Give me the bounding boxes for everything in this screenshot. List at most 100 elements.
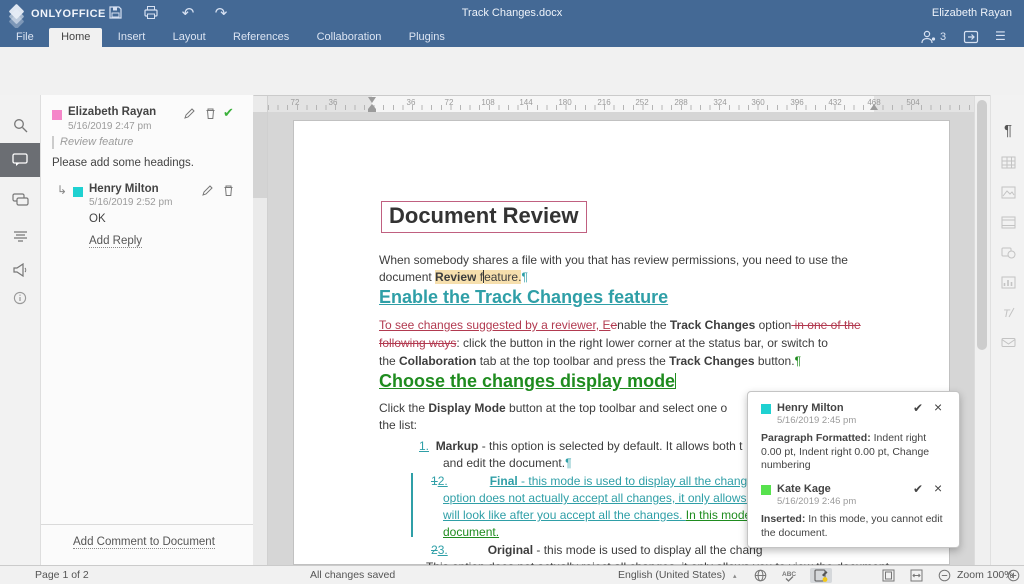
reject-change-icon[interactable]: × [934, 401, 942, 413]
hamburger-menu-icon[interactable]: ☰ [995, 28, 1006, 45]
panel-divider [41, 524, 253, 525]
doc-line: will look like after you accept all the … [443, 507, 751, 523]
document-title: Track Changes.docx [0, 7, 1024, 19]
users-count: 3 [940, 31, 946, 43]
pilcrow-mark: ¶ [795, 354, 801, 368]
paragraph-settings-icon[interactable]: ¶ [991, 117, 1024, 143]
track-changes-toggle[interactable] [810, 568, 832, 583]
doc-list-item: 12.Final - this mode is used to display … [431, 473, 760, 489]
doc-line: and edit the document.¶ [443, 455, 572, 471]
ruler-number: 36 [329, 98, 338, 107]
text-art-settings-icon[interactable]: T [991, 299, 1024, 325]
search-icon[interactable] [0, 108, 40, 142]
fit-width-icon[interactable] [908, 568, 924, 582]
doc-line: document Review feature.¶ [379, 269, 528, 285]
change-date: 5/16/2019 2:46 pm [777, 496, 856, 507]
table-settings-icon[interactable] [991, 149, 1024, 175]
ruler-number: 252 [635, 98, 648, 107]
vertical-ruler[interactable] [253, 96, 268, 565]
horizontal-ruler[interactable]: 7236367210814418021625228832436039643246… [268, 96, 974, 112]
scrollbar-thumb[interactable] [977, 100, 987, 350]
doc-heading: Choose the changes display mode [379, 373, 676, 389]
reply-author: Henry Milton [89, 183, 159, 195]
comment-author: Elizabeth Rayan [68, 106, 156, 118]
tab-plugins[interactable]: Plugins [397, 28, 457, 47]
about-info-icon[interactable] [0, 281, 40, 315]
comment-quoted-text: Review feature [52, 136, 133, 149]
chat-icon[interactable] [0, 183, 40, 217]
document-language-globe-icon[interactable] [752, 568, 768, 582]
edit-comment-icon[interactable] [183, 107, 197, 121]
add-comment-to-document-link[interactable]: Add Comment to Document [73, 536, 215, 549]
shape-settings-icon[interactable] [991, 239, 1024, 265]
image-settings-icon[interactable] [991, 179, 1024, 205]
delete-reply-icon[interactable] [222, 184, 236, 198]
tab-collaboration[interactable]: Collaboration [305, 28, 394, 47]
reject-change-icon[interactable]: × [934, 482, 942, 494]
accept-change-icon[interactable]: ✔ [913, 483, 923, 495]
review-changes-icon[interactable] [0, 219, 40, 253]
doc-line: option does not actually accept all chan… [443, 490, 756, 506]
tab-layout[interactable]: Layout [161, 28, 218, 47]
language-selector[interactable]: English (United States) [618, 569, 725, 581]
zoom-out-icon[interactable] [936, 568, 952, 582]
tab-references[interactable]: References [221, 28, 301, 47]
comments-panel: Elizabeth Rayan ✔ 5/16/2019 2:47 pm Revi… [41, 95, 254, 565]
doc-list-item: 1. Markup - this option is selected by d… [419, 438, 743, 454]
add-reply-link[interactable]: Add Reply [89, 235, 142, 248]
tab-home[interactable]: Home [49, 28, 102, 47]
mail-merge-settings-icon[interactable] [991, 329, 1024, 355]
header-footer-settings-icon[interactable] [991, 209, 1024, 235]
review-changes-popup: Henry Milton ✔ × 5/16/2019 2:45 pm Parag… [747, 391, 960, 548]
ruler-number: 288 [674, 98, 687, 107]
zoom-in-icon[interactable] [1005, 568, 1021, 582]
tab-file[interactable]: File [4, 28, 46, 47]
ruler-number: 72 [445, 98, 454, 107]
comment-date: 5/16/2019 2:47 pm [68, 121, 151, 132]
doc-line: following ways: click the button in the … [379, 335, 828, 351]
doc-line: the Collaboration tab at the top toolbar… [379, 353, 801, 369]
open-file-location-icon[interactable] [963, 30, 979, 44]
pilcrow-mark: ¶ [521, 270, 527, 284]
spellcheck-icon[interactable]: ABC [780, 568, 800, 582]
svg-text:ABC: ABC [782, 571, 796, 578]
right-indent-marker[interactable] [870, 104, 878, 110]
ruler-number: 432 [828, 98, 841, 107]
save-status: All changes saved [310, 569, 395, 581]
ruler-number: 216 [597, 98, 610, 107]
page-indicator[interactable]: Page 1 of 2 [35, 569, 89, 581]
reply-arrow-icon: ↳ [57, 183, 67, 197]
comment-text: Please add some headings. [52, 157, 194, 169]
change-description: Paragraph Formatted: Indent right 0.00 p… [761, 432, 945, 473]
change-author: Kate Kage [777, 483, 831, 495]
status-bar: Page 1 of 2 All changes saved English (U… [0, 565, 1024, 584]
edit-reply-icon[interactable] [201, 184, 215, 198]
tab-insert[interactable]: Insert [106, 28, 158, 47]
chevron-up-icon[interactable]: ▴ [733, 572, 737, 580]
document-title-text: Document Review [389, 203, 579, 228]
doc-line: When somebody shares a file with you tha… [379, 252, 848, 268]
doc-line: document. [443, 524, 499, 540]
pilcrow-mark: ¶ [565, 456, 571, 470]
chart-settings-icon[interactable] [991, 269, 1024, 295]
avatar [761, 485, 771, 495]
doc-heading: Enable the Track Changes feature [379, 289, 668, 305]
accept-change-icon[interactable]: ✔ [913, 402, 923, 414]
users-icon[interactable] [920, 30, 938, 44]
resolve-comment-icon[interactable]: ✔ [223, 105, 237, 119]
doc-list-item: 23.Original - this mode is used to displ… [431, 542, 763, 558]
fit-page-icon[interactable] [880, 568, 896, 582]
ruler-number: 504 [906, 98, 919, 107]
current-user[interactable]: Elizabeth Rayan [932, 7, 1012, 19]
doc-line: To see changes suggested by a reviewer, … [379, 317, 861, 333]
doc-line: Click the Display Mode button at the top… [379, 400, 727, 416]
menu-tab-row: File Home Insert Layout References Colla… [0, 28, 1024, 47]
delete-comment-icon[interactable] [204, 107, 218, 121]
comments-panel-icon[interactable] [0, 143, 40, 177]
avatar [73, 187, 83, 197]
avatar [761, 404, 771, 414]
avatar [52, 110, 62, 120]
onlyoffice-document-editor: ONLYOFFICE ↶ ↷ Track Changes.docx Elizab… [0, 0, 1024, 584]
vertical-scrollbar[interactable] [974, 96, 990, 565]
first-line-indent-marker[interactable] [368, 97, 376, 103]
